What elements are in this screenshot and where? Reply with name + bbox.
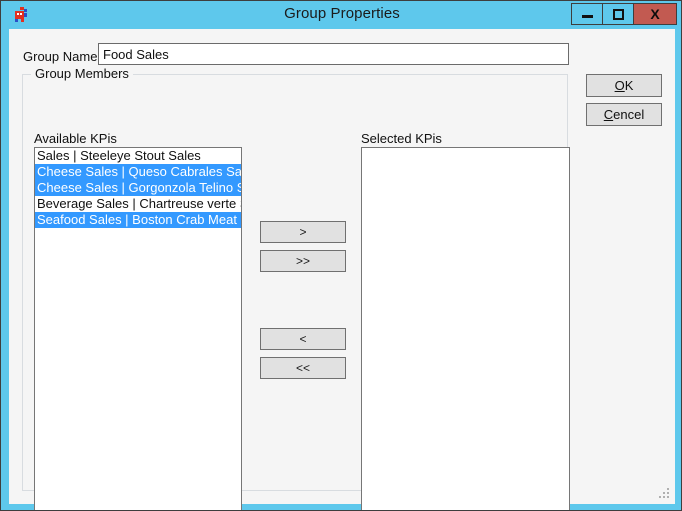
- resize-grip[interactable]: [659, 488, 672, 501]
- title-bar[interactable]: Group Properties X: [1, 1, 681, 29]
- group-name-label: Group Name:: [23, 49, 102, 64]
- groupbox-border-right-segment: [122, 74, 568, 75]
- available-kpis-listbox[interactable]: Sales | Steeleye Stout Sales Cheese Sales…: [34, 147, 242, 510]
- dialog-window: Group Properties X Group Name: Group Mem…: [0, 0, 682, 511]
- maximize-button[interactable]: [602, 3, 634, 25]
- list-item[interactable]: Seafood Sales | Boston Crab Meat Sales: [35, 212, 241, 228]
- group-name-input[interactable]: [98, 43, 569, 65]
- ok-button[interactable]: OK: [586, 74, 662, 97]
- move-all-right-button[interactable]: >>: [260, 250, 346, 272]
- move-right-button[interactable]: >: [260, 221, 346, 243]
- ok-accel-letter: O: [614, 78, 625, 93]
- resize-grip-dot: [667, 492, 669, 494]
- close-button[interactable]: X: [633, 3, 677, 25]
- list-item[interactable]: Cheese Sales | Queso Cabrales Sales: [35, 164, 241, 180]
- move-left-button[interactable]: <: [260, 328, 346, 350]
- resize-grip-dot: [667, 488, 669, 490]
- resize-grip-dot: [667, 496, 669, 498]
- maximize-icon: [612, 8, 624, 20]
- list-item[interactable]: Beverage Sales | Chartreuse verte Sales: [35, 196, 241, 212]
- cancel-button[interactable]: Cencel: [586, 103, 662, 126]
- selected-kpis-label: Selected KPis: [361, 131, 442, 146]
- minimize-button[interactable]: [571, 3, 603, 25]
- resize-grip-dot: [663, 496, 665, 498]
- list-item[interactable]: Cheese Sales | Gorgonzola Telino Sales: [35, 180, 241, 196]
- selected-kpis-listbox[interactable]: [361, 147, 570, 510]
- dialog-client-area: Group Name: Group Members Available KPis…: [9, 29, 675, 510]
- available-kpis-label: Available KPis: [34, 131, 117, 146]
- close-icon: X: [650, 6, 660, 22]
- minimize-icon: [581, 15, 593, 18]
- cancel-label-rest: encel: [613, 107, 645, 122]
- cancel-accel-letter: C: [603, 107, 614, 122]
- resize-grip-dot: [663, 492, 665, 494]
- list-item[interactable]: Sales | Steeleye Stout Sales: [35, 148, 241, 164]
- resize-grip-dot: [659, 496, 661, 498]
- ok-label-rest: K: [624, 78, 634, 93]
- group-members-legend: Group Members: [31, 66, 133, 81]
- move-all-left-button[interactable]: <<: [260, 357, 346, 379]
